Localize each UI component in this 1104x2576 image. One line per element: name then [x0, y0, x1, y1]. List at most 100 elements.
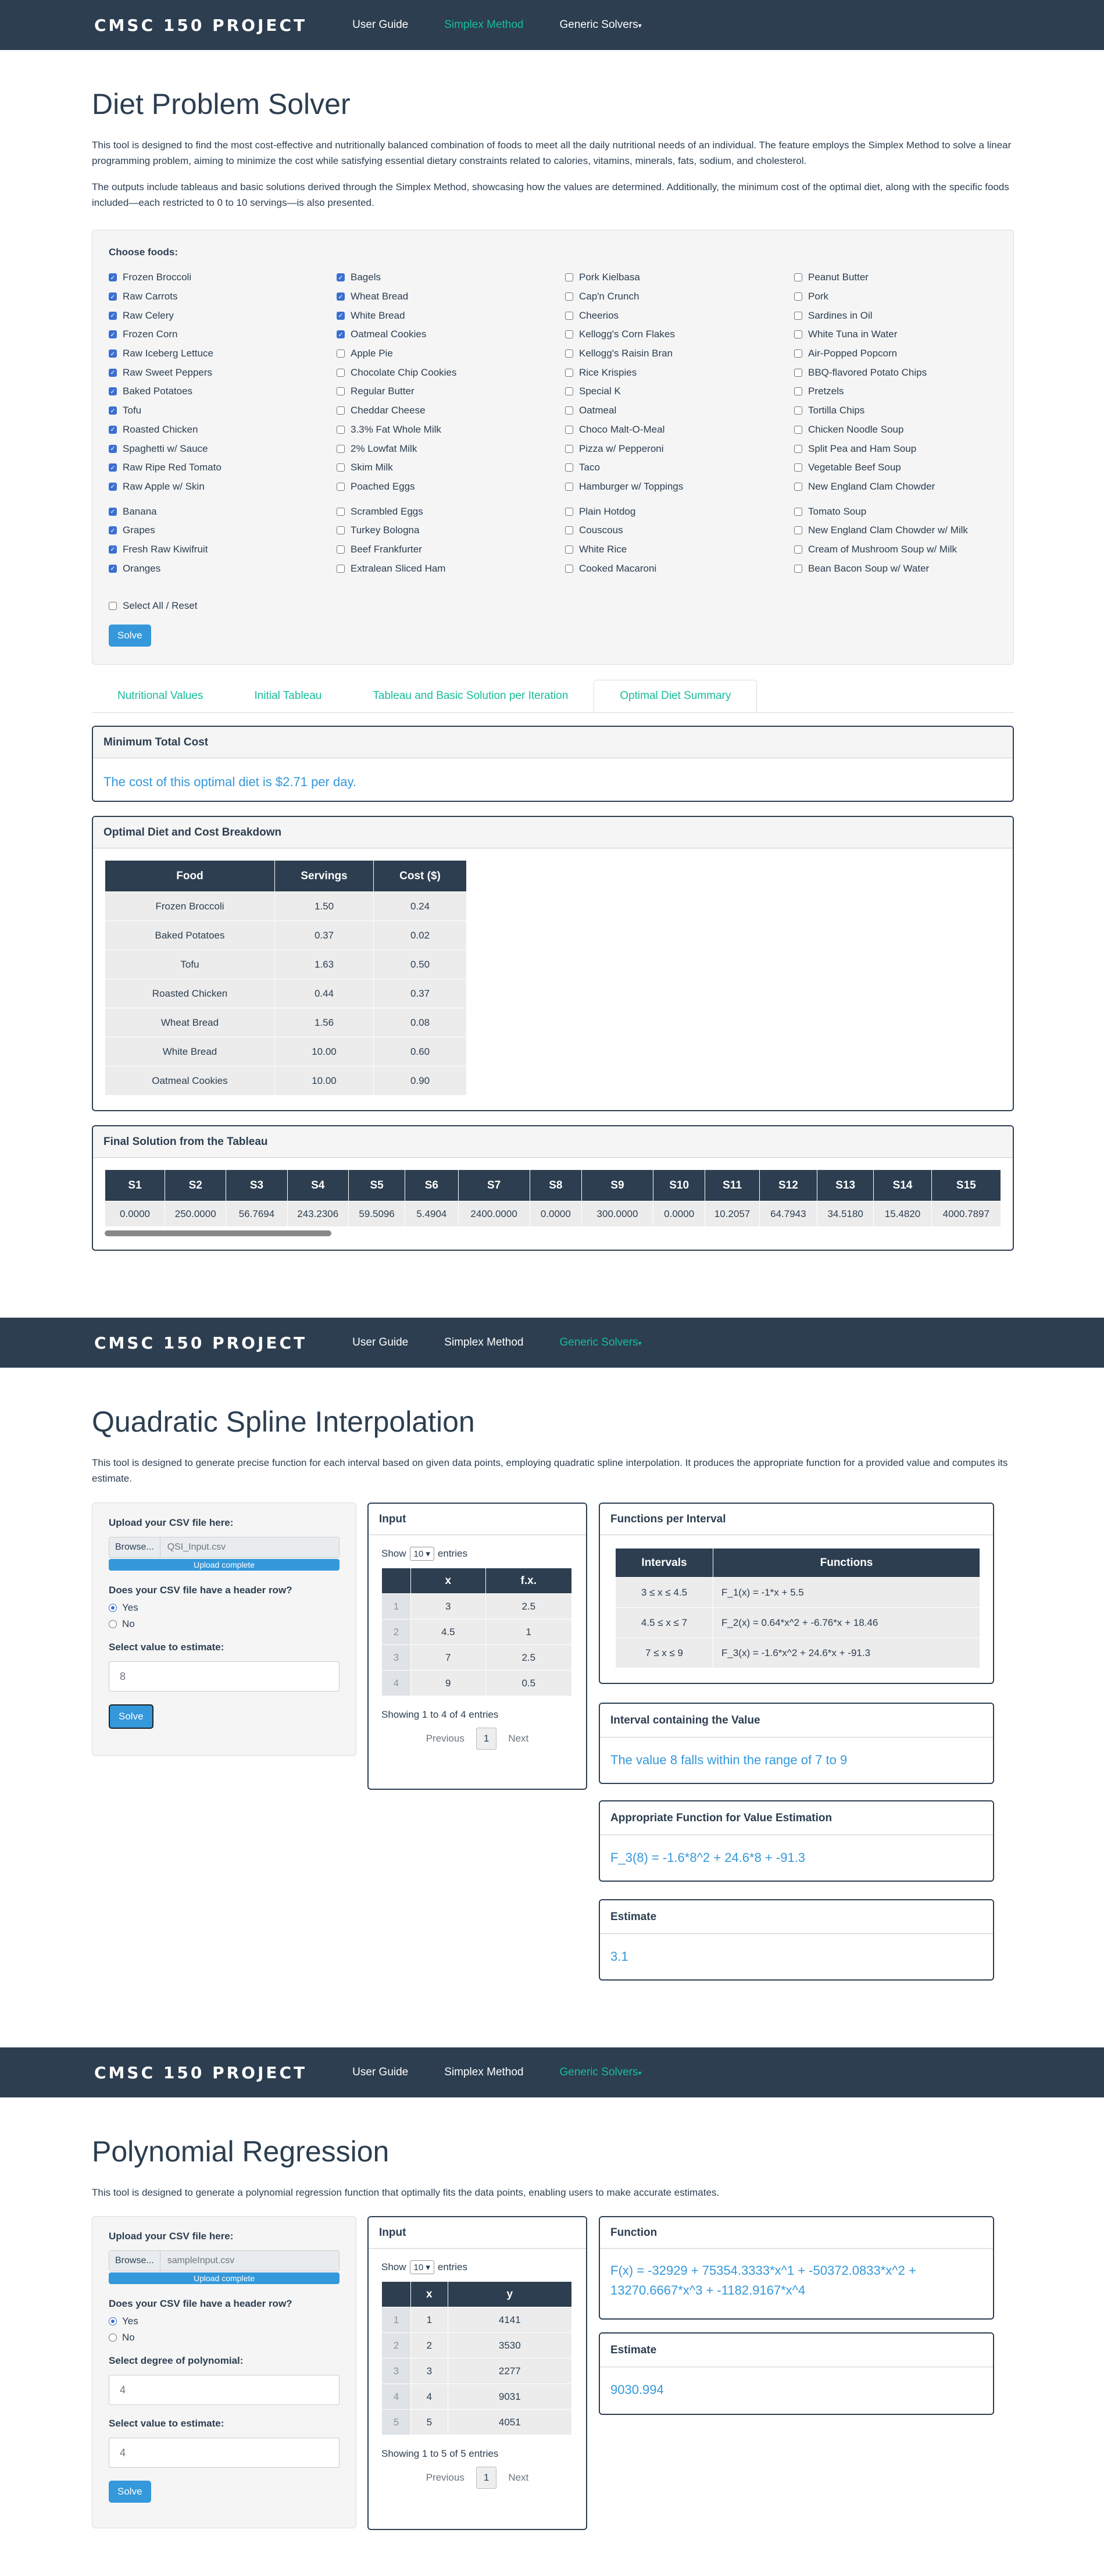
- food-checkbox[interactable]: Poached Eggs: [337, 477, 456, 497]
- next-button[interactable]: Next: [508, 2472, 528, 2484]
- tab-nutritional-values[interactable]: Nutritional Values: [92, 680, 229, 712]
- tab-initial-tableau[interactable]: Initial Tableau: [229, 680, 348, 712]
- nav-user-guide[interactable]: User Guide: [352, 2066, 408, 2079]
- nav-generic-solvers[interactable]: Generic Solvers▾: [560, 19, 642, 31]
- food-checkbox[interactable]: ✓ Raw Iceberg Lettuce: [109, 344, 221, 363]
- food-checkbox[interactable]: Turkey Bologna: [337, 521, 456, 540]
- food-checkbox[interactable]: Extralean Sliced Ham: [337, 559, 456, 578]
- food-checkbox[interactable]: Couscous: [565, 521, 683, 540]
- food-checkbox[interactable]: New England Clam Chowder: [794, 477, 968, 497]
- food-checkbox[interactable]: Cheerios: [565, 306, 683, 325]
- food-checkbox[interactable]: Vegetable Beef Soup: [794, 458, 968, 477]
- estimate-input[interactable]: 8: [109, 1661, 340, 1692]
- tab-tableau-per-iteration[interactable]: Tableau and Basic Solution per Iteration: [347, 680, 594, 712]
- nav-generic-solvers[interactable]: Generic Solvers▾: [560, 2066, 642, 2079]
- browse-button[interactable]: Browse...: [109, 2251, 160, 2271]
- previous-button[interactable]: Previous: [426, 2472, 465, 2484]
- food-checkbox[interactable]: ✓ Raw Ripe Red Tomato: [109, 458, 221, 477]
- food-checkbox[interactable]: ✓ Frozen Corn: [109, 325, 221, 344]
- food-checkbox[interactable]: ✓ Spaghetti w/ Sauce: [109, 439, 221, 458]
- nav-user-guide[interactable]: User Guide: [352, 1336, 408, 1349]
- solve-button[interactable]: Solve: [109, 1704, 153, 1729]
- food-checkbox[interactable]: Taco: [565, 458, 683, 477]
- food-checkbox[interactable]: ✓ Banana: [109, 502, 221, 521]
- food-checkbox[interactable]: Cap'n Crunch: [565, 287, 683, 306]
- food-checkbox[interactable]: Scrambled Eggs: [337, 502, 456, 521]
- food-checkbox[interactable]: Air-Popped Popcorn: [794, 344, 968, 363]
- food-checkbox[interactable]: Tortilla Chips: [794, 401, 968, 420]
- food-checkbox[interactable]: New England Clam Chowder w/ Milk: [794, 521, 968, 540]
- previous-button[interactable]: Previous: [426, 1733, 465, 1744]
- food-checkbox[interactable]: Cooked Macaroni: [565, 559, 683, 578]
- food-checkbox[interactable]: Skim Milk: [337, 458, 456, 477]
- food-checkbox[interactable]: ✓ Oranges: [109, 559, 221, 578]
- food-checkbox[interactable]: Cream of Mushroom Soup w/ Milk: [794, 540, 968, 559]
- food-checkbox[interactable]: Pretzels: [794, 382, 968, 401]
- food-checkbox[interactable]: Beef Frankfurter: [337, 540, 456, 559]
- radio-no[interactable]: No: [109, 1618, 340, 1630]
- food-checkbox[interactable]: Regular Butter: [337, 382, 456, 401]
- food-checkbox[interactable]: Bean Bacon Soup w/ Water: [794, 559, 968, 578]
- brand[interactable]: CMSC 150 PROJECT: [94, 16, 307, 35]
- select-all-checkbox[interactable]: Select All / Reset: [109, 597, 198, 616]
- brand[interactable]: CMSC 150 PROJECT: [94, 1333, 307, 1353]
- food-checkbox[interactable]: Plain Hotdog: [565, 502, 683, 521]
- page-1-button[interactable]: 1: [476, 1728, 497, 1750]
- food-checkbox[interactable]: 2% Lowfat Milk: [337, 439, 456, 458]
- radio-no[interactable]: No: [109, 2332, 340, 2343]
- estimate-input[interactable]: 4: [109, 2438, 340, 2468]
- food-checkbox[interactable]: Kellogg's Raisin Bran: [565, 344, 683, 363]
- food-checkbox[interactable]: White Rice: [565, 540, 683, 559]
- food-checkbox[interactable]: ✓ Raw Celery: [109, 306, 221, 325]
- radio-yes[interactable]: Yes: [109, 1602, 340, 1614]
- file-input[interactable]: Browse... QSI_Input.csv: [109, 1537, 340, 1558]
- page-1-button[interactable]: 1: [476, 2467, 497, 2489]
- entries-select[interactable]: 10 ▾: [409, 2260, 434, 2274]
- food-checkbox[interactable]: Kellogg's Corn Flakes: [565, 325, 683, 344]
- food-checkbox[interactable]: White Tuna in Water: [794, 325, 968, 344]
- food-checkbox[interactable]: Apple Pie: [337, 344, 456, 363]
- food-checkbox[interactable]: Hamburger w/ Toppings: [565, 477, 683, 497]
- food-checkbox[interactable]: Oatmeal: [565, 401, 683, 420]
- food-checkbox[interactable]: Chicken Noodle Soup: [794, 420, 968, 440]
- food-checkbox[interactable]: Sardines in Oil: [794, 306, 968, 325]
- food-checkbox[interactable]: Peanut Butter: [794, 268, 968, 287]
- food-checkbox[interactable]: Pizza w/ Pepperoni: [565, 439, 683, 458]
- food-checkbox[interactable]: ✓ Raw Apple w/ Skin: [109, 477, 221, 497]
- degree-input[interactable]: 4: [109, 2375, 340, 2405]
- food-checkbox[interactable]: ✓ Roasted Chicken: [109, 420, 221, 440]
- food-checkbox[interactable]: ✓ White Bread: [337, 306, 456, 325]
- food-checkbox[interactable]: Tomato Soup: [794, 502, 968, 521]
- food-checkbox[interactable]: Pork: [794, 287, 968, 306]
- radio-yes[interactable]: Yes: [109, 2315, 340, 2327]
- next-button[interactable]: Next: [508, 1733, 528, 1744]
- solve-button[interactable]: Solve: [109, 2481, 151, 2503]
- file-input[interactable]: Browse... sampleInput.csv: [109, 2250, 340, 2271]
- food-checkbox[interactable]: Pork Kielbasa: [565, 268, 683, 287]
- food-checkbox[interactable]: Choco Malt-O-Meal: [565, 420, 683, 440]
- brand[interactable]: CMSC 150 PROJECT: [94, 2063, 307, 2082]
- food-checkbox[interactable]: Rice Krispies: [565, 363, 683, 382]
- food-checkbox[interactable]: Cheddar Cheese: [337, 401, 456, 420]
- food-checkbox[interactable]: ✓ Oatmeal Cookies: [337, 325, 456, 344]
- tab-optimal-diet-summary[interactable]: Optimal Diet Summary: [594, 680, 758, 712]
- nav-simplex-method[interactable]: Simplex Method: [444, 19, 523, 31]
- food-checkbox[interactable]: Special K: [565, 382, 683, 401]
- food-checkbox[interactable]: ✓ Fresh Raw Kiwifruit: [109, 540, 221, 559]
- browse-button[interactable]: Browse...: [109, 1537, 160, 1557]
- nav-user-guide[interactable]: User Guide: [352, 19, 408, 31]
- nav-generic-solvers[interactable]: Generic Solvers▾: [560, 1336, 642, 1349]
- food-checkbox[interactable]: ✓ Baked Potatoes: [109, 382, 221, 401]
- nav-simplex-method[interactable]: Simplex Method: [444, 2066, 523, 2079]
- food-checkbox[interactable]: 3.3% Fat Whole Milk: [337, 420, 456, 440]
- solve-button[interactable]: Solve: [109, 625, 151, 647]
- food-checkbox[interactable]: ✓ Frozen Broccoli: [109, 268, 221, 287]
- food-checkbox[interactable]: ✓ Bagels: [337, 268, 456, 287]
- food-checkbox[interactable]: Chocolate Chip Cookies: [337, 363, 456, 382]
- food-checkbox[interactable]: ✓ Raw Carrots: [109, 287, 221, 306]
- food-checkbox[interactable]: BBQ-flavored Potato Chips: [794, 363, 968, 382]
- food-checkbox[interactable]: Split Pea and Ham Soup: [794, 439, 968, 458]
- nav-simplex-method[interactable]: Simplex Method: [444, 1336, 523, 1349]
- food-checkbox[interactable]: ✓ Raw Sweet Peppers: [109, 363, 221, 382]
- food-checkbox[interactable]: ✓ Tofu: [109, 401, 221, 420]
